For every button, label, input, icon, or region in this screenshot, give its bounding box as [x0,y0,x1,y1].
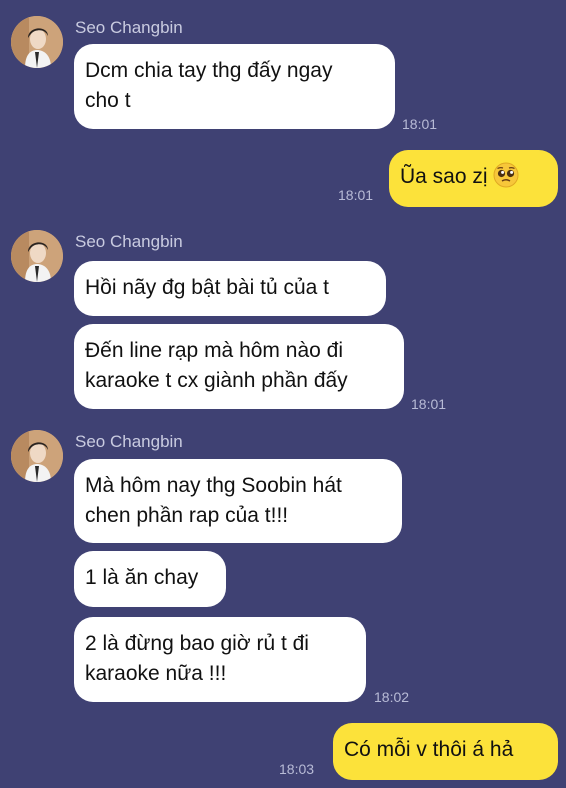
message-bubble[interactable]: Mà hôm nay thg Soobin hát chen phần rap … [74,459,402,543]
message-line: karaoke t cx giành phần đấy [85,369,348,392]
message-line: Mà hôm nay thg Soobin hát [85,474,342,497]
avatar[interactable] [11,430,63,482]
message-line: cho t [85,89,131,112]
message-text: Có mỗi v thôi á hả [344,738,514,761]
pleading-face-emoji [493,162,519,188]
message-line: 1 là ăn chay [85,566,199,589]
sender-name: Seo Changbin [75,232,183,251]
timestamp: 18:01 [402,116,438,132]
message-line: Dcm chia tay thg đấy ngay [85,59,333,82]
message-line: karaoke nữa !!! [85,662,227,685]
sender-name: Seo Changbin [75,18,183,37]
outgoing-message-bubble[interactable]: Ũa sao zị [389,150,558,207]
timestamp: 18:03 [279,761,315,777]
timestamp: 18:01 [338,187,374,203]
avatar[interactable] [11,230,63,282]
message-text: Ũa sao zị [400,165,488,188]
message-line: Hồi nãy đg bật bài tủ của t [85,276,329,299]
outgoing-message-bubble[interactable]: Có mỗi v thôi á hả [333,723,558,780]
avatar[interactable] [11,16,63,68]
message-bubble[interactable]: 2 là đừng bao giờ rủ t đi karaoke nữa !!… [74,617,366,702]
message-line: chen phần rap của t!!! [85,504,289,527]
sender-name: Seo Changbin [75,432,183,451]
message-bubble[interactable]: Đến line rạp mà hôm nào đi karaoke t cx … [74,324,404,409]
message-bubble[interactable]: Hồi nãy đg bật bài tủ của t [74,261,386,316]
message-line: Đến line rạp mà hôm nào đi [85,339,343,362]
message-bubble[interactable]: 1 là ăn chay [74,551,226,607]
message-bubble[interactable]: Dcm chia tay thg đấy ngay cho t [74,44,395,129]
timestamp: 18:02 [374,689,410,705]
message-line: 2 là đừng bao giờ rủ t đi [85,632,309,655]
timestamp: 18:01 [411,396,447,412]
